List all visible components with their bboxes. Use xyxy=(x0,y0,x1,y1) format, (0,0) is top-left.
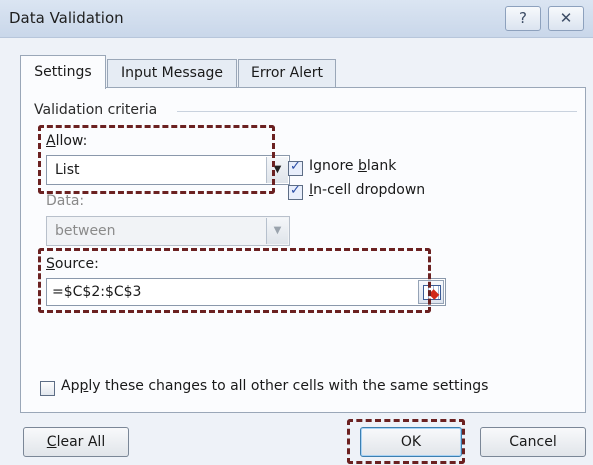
close-icon: ✕ xyxy=(559,9,573,27)
cancel-button[interactable]: Cancel xyxy=(480,427,586,457)
ok-button[interactable]: OK xyxy=(360,427,462,457)
source-highlight xyxy=(38,248,431,313)
ignore-blank-label: Ignore blank xyxy=(309,158,397,174)
window-title: Data Validation xyxy=(9,9,124,27)
apply-all-checkbox[interactable] xyxy=(40,381,55,396)
data-label: Data: xyxy=(46,193,85,209)
help-icon: ? xyxy=(519,9,527,27)
data-validation-dialog: Data Validation ? ✕ Settings Input Messa… xyxy=(0,0,593,465)
in-cell-dropdown-checkbox[interactable] xyxy=(288,183,303,200)
group-divider xyxy=(177,111,577,112)
data-dropdown: between ▼ xyxy=(46,216,290,246)
validation-criteria-label: Validation criteria xyxy=(34,102,158,118)
tab-settings[interactable]: Settings xyxy=(20,55,106,89)
tab-input-message[interactable]: Input Message xyxy=(107,59,237,87)
title-bar: Data Validation ? ✕ xyxy=(0,0,593,38)
tab-error-alert[interactable]: Error Alert xyxy=(238,59,336,87)
apply-all-label: Apply these changes to all other cells w… xyxy=(61,378,489,394)
data-value: between xyxy=(55,223,116,239)
in-cell-dropdown-label: In-cell dropdown xyxy=(309,182,426,198)
help-button[interactable]: ? xyxy=(505,6,541,31)
clear-all-button[interactable]: Clear All xyxy=(23,427,129,457)
close-button[interactable]: ✕ xyxy=(548,6,584,31)
ignore-blank-checkbox[interactable] xyxy=(288,159,303,176)
chevron-down-icon: ▼ xyxy=(266,218,288,244)
allow-highlight xyxy=(38,125,275,194)
